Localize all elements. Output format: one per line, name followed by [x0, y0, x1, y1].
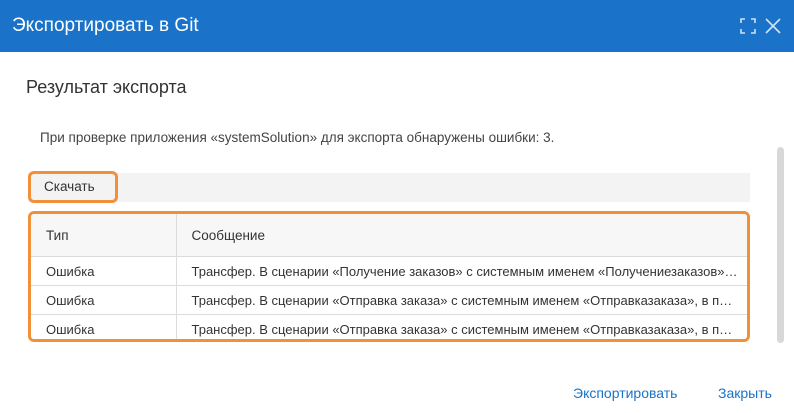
errors-table: Тип Сообщение Ошибка Трансфер. В сценари… — [31, 214, 747, 339]
cell-type: Ошибка — [31, 314, 177, 339]
download-button[interactable]: Скачать — [28, 171, 118, 203]
table-toolbar — [28, 173, 750, 202]
cell-message: Трансфер. В сценарии «Отправка заказа» с… — [175, 285, 747, 315]
cell-message: Трансфер. В сценарии «Получение заказов»… — [175, 256, 747, 286]
vertical-scrollbar[interactable] — [777, 147, 784, 343]
export-dialog: Экспортировать в Git Результат экспорта … — [0, 0, 794, 413]
table-row[interactable]: Ошибка Трансфер. В сценарии «Отправка за… — [31, 285, 747, 315]
dialog-header: Экспортировать в Git — [0, 0, 794, 52]
dialog-title: Экспортировать в Git — [12, 15, 199, 36]
cell-type: Ошибка — [31, 256, 177, 286]
table-row[interactable]: Ошибка Трансфер. В сценарии «Получение з… — [31, 256, 747, 286]
section-title: Результат экспорта — [26, 77, 187, 97]
table-row[interactable]: Ошибка Трансфер. В сценарии «Отправка за… — [31, 314, 747, 339]
close-icon[interactable] — [763, 16, 783, 36]
export-button[interactable]: Экспортировать — [573, 384, 677, 402]
column-header-message[interactable]: Сообщение — [175, 214, 747, 257]
column-header-type[interactable]: Тип — [31, 214, 177, 257]
export-info-text: При проверке приложения «systemSolution»… — [40, 130, 555, 145]
errors-table-frame: Тип Сообщение Ошибка Трансфер. В сценари… — [28, 211, 750, 342]
cell-message: Трансфер. В сценарии «Отправка заказа» с… — [175, 314, 747, 339]
table-header-row: Тип Сообщение — [31, 214, 747, 257]
cell-type: Ошибка — [31, 285, 177, 315]
expand-icon[interactable] — [738, 16, 758, 36]
close-button[interactable]: Закрыть — [718, 384, 772, 402]
